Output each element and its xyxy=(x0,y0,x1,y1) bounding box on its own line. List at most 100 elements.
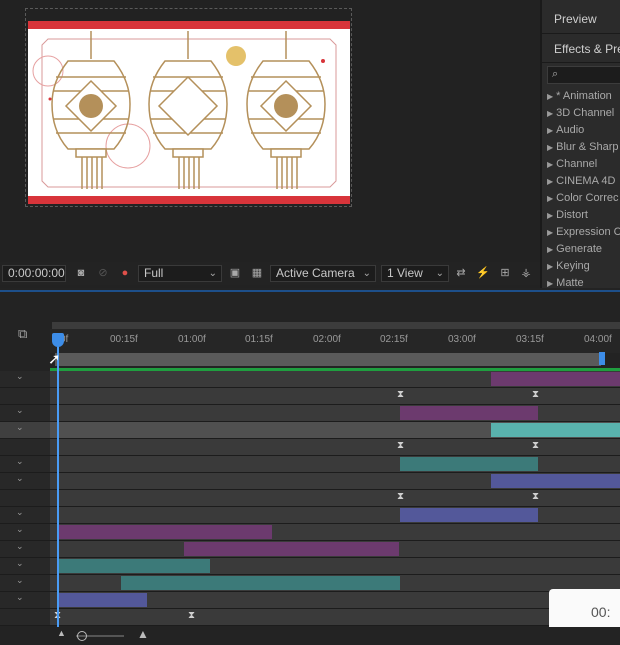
effect-category-label: Distort xyxy=(556,209,588,221)
chevron-down-icon[interactable]: ⌄ xyxy=(16,592,24,603)
toggle-view-options-icon[interactable]: ⇄ xyxy=(454,266,468,280)
effect-category-label: Channel xyxy=(556,158,598,170)
layer-row[interactable]: ⌄ xyxy=(0,456,620,473)
transparency-grid-icon[interactable]: ▦ xyxy=(250,266,264,280)
effect-category-label: Keying xyxy=(556,260,590,272)
tooltip-text: 00: xyxy=(591,604,611,620)
layer-row-selected[interactable]: ⌄ xyxy=(0,422,620,439)
effect-category[interactable]: ▶ Matte xyxy=(547,277,584,288)
keyframe-icon[interactable]: ⧗ xyxy=(397,491,404,502)
effect-category[interactable]: ▶ Color Correc xyxy=(547,192,619,204)
chevron-down-icon: ⌄ xyxy=(435,268,444,279)
keyframe-icon[interactable]: ⧗ xyxy=(397,440,404,451)
chevron-down-icon[interactable]: ⌄ xyxy=(16,575,24,586)
layer-bar[interactable] xyxy=(491,423,620,437)
mouse-cursor-icon: ➚ xyxy=(48,351,61,368)
flowchart-icon[interactable]: ⚶ xyxy=(519,266,533,280)
chevron-down-icon[interactable]: ⌄ xyxy=(16,507,24,518)
effect-category-label: * Animation xyxy=(556,90,612,102)
resolution-dropdown[interactable]: Full ⌄ xyxy=(138,265,222,282)
layer-bar[interactable] xyxy=(58,525,272,539)
layer-row[interactable]: ⌄ xyxy=(0,524,620,541)
chevron-down-icon[interactable]: ⌄ xyxy=(16,371,24,382)
layer-bar[interactable] xyxy=(400,508,538,522)
layer-row[interactable]: ⌄ xyxy=(0,592,620,609)
keyframe-icon[interactable]: ⧗ xyxy=(397,389,404,400)
layer-row[interactable]: ⌄ xyxy=(0,575,620,592)
show-snapshot-icon[interactable]: ⊘ xyxy=(96,266,110,280)
effects-search-input[interactable]: ⌕ xyxy=(547,66,620,84)
layer-row[interactable]: ⧗⧗ xyxy=(0,609,620,626)
composition-canvas[interactable] xyxy=(28,21,350,204)
zoom-in-icon[interactable]: ▲ xyxy=(137,627,149,641)
layer-bar[interactable] xyxy=(491,474,620,488)
effect-category[interactable]: ▶ CINEMA 4D xyxy=(547,175,615,187)
zoom-out-icon[interactable]: ▲ xyxy=(57,628,66,638)
layer-row[interactable]: ⌄ xyxy=(0,405,620,422)
effect-category[interactable]: ▶ Keying xyxy=(547,260,590,272)
zoom-slider-thumb[interactable] xyxy=(77,631,87,641)
layer-bar[interactable] xyxy=(400,457,538,471)
layer-row[interactable]: ⌄ xyxy=(0,371,620,388)
comp-mini-flowchart-icon[interactable]: ⧉ xyxy=(18,326,27,342)
triangle-right-icon: ▶ xyxy=(547,109,554,118)
fast-previews-icon[interactable]: ⚡ xyxy=(476,266,490,280)
playhead-line[interactable] xyxy=(57,334,59,627)
layer-row[interactable]: ⌄ xyxy=(0,507,620,524)
effect-category[interactable]: ▶ Expression C xyxy=(547,226,620,238)
chevron-down-icon[interactable]: ⌄ xyxy=(16,558,24,569)
layer-row[interactable]: ⌄ xyxy=(0,558,620,575)
layer-bar[interactable] xyxy=(184,542,399,556)
chevron-down-icon[interactable]: ⌄ xyxy=(16,541,24,552)
chevron-down-icon[interactable]: ⌄ xyxy=(16,422,24,433)
chevron-down-icon[interactable]: ⌄ xyxy=(16,405,24,416)
effect-category[interactable]: ▶ Blur & Sharp xyxy=(547,141,619,153)
layer-bar[interactable] xyxy=(121,576,400,590)
layer-bar[interactable] xyxy=(400,406,538,420)
keyframe-icon[interactable]: ⧗ xyxy=(188,610,195,621)
keyframe-icon[interactable]: ⧗ xyxy=(532,491,539,502)
current-time-indicator[interactable] xyxy=(52,333,64,347)
lantern-right xyxy=(246,31,326,189)
layer-bar[interactable] xyxy=(58,593,147,607)
camera-snapshot-icon[interactable]: ◙ xyxy=(74,266,88,280)
work-area-end-handle[interactable] xyxy=(599,352,605,365)
effect-category[interactable]: ▶ Generate xyxy=(547,243,602,255)
view-layout-dropdown[interactable]: 1 View ⌄ xyxy=(381,265,449,282)
layer-row[interactable]: ⧗⧗ xyxy=(0,388,620,405)
preview-panel-header[interactable]: Preview xyxy=(542,0,620,34)
chevron-down-icon[interactable]: ⌄ xyxy=(16,524,24,535)
layer-row[interactable]: ⌄ xyxy=(0,541,620,558)
lantern-middle xyxy=(148,31,228,189)
layer-row[interactable]: ⧗⧗ xyxy=(0,490,620,507)
layer-row[interactable]: ⌄ xyxy=(0,473,620,490)
camera-dropdown[interactable]: Active Camera ⌄ xyxy=(270,265,376,282)
keyframe-icon[interactable]: ⧗ xyxy=(532,389,539,400)
ruler-label: 02:00f xyxy=(313,334,341,345)
triangle-right-icon: ▶ xyxy=(547,177,554,186)
effect-category[interactable]: ▶ Audio xyxy=(547,124,584,136)
effect-category[interactable]: ▶ 3D Channel xyxy=(547,107,614,119)
layer-row[interactable]: ⧗⧗ xyxy=(0,439,620,456)
effects-panel-header[interactable]: Effects & Pre xyxy=(542,34,620,63)
timeline-toggle-icon[interactable]: ⊞ xyxy=(498,266,512,280)
work-area-range[interactable] xyxy=(55,353,601,366)
effect-category-label: Generate xyxy=(556,243,603,255)
effect-category[interactable]: ▶ Channel xyxy=(547,158,597,170)
keyframe-icon[interactable]: ⧗ xyxy=(532,440,539,451)
layer-bar[interactable] xyxy=(58,559,210,573)
right-panel: Preview Effects & Pre ⌕ ▶ * Animation ▶ 3D… xyxy=(540,0,620,288)
layer-bar[interactable] xyxy=(491,372,620,386)
channel-rgb-icon[interactable]: ● xyxy=(118,266,132,280)
chevron-down-icon[interactable]: ⌄ xyxy=(16,456,24,467)
ruler-label: 04:00f xyxy=(584,334,612,345)
chevron-down-icon[interactable]: ⌄ xyxy=(16,473,24,484)
effect-category[interactable]: ▶ * Animation xyxy=(547,90,612,102)
triangle-right-icon: ▶ xyxy=(547,160,554,169)
region-of-interest-icon[interactable]: ▣ xyxy=(228,266,242,280)
ruler-label: 03:15f xyxy=(516,334,544,345)
effect-category[interactable]: ▶ Distort xyxy=(547,209,588,221)
viewer-toolbar: 0:00:00:00 ◙ ⊘ ● Full ⌄ ▣ ▦ Active Camera… xyxy=(0,262,540,285)
effect-category-label: CINEMA 4D xyxy=(556,175,616,187)
current-time-display[interactable]: 0:00:00:00 xyxy=(2,265,66,282)
